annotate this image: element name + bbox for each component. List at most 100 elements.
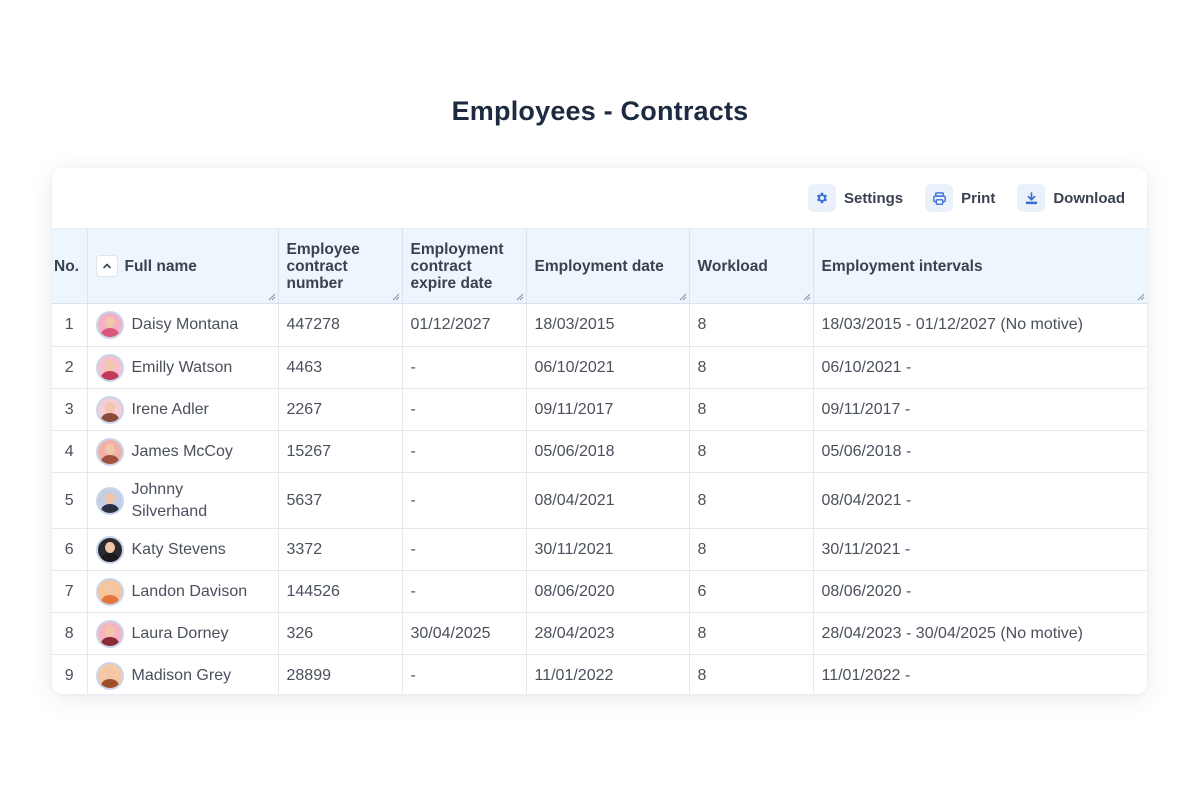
contract-number-cell: 4463 [278, 346, 403, 389]
column-header-contract-number[interactable]: Employee contract number [278, 229, 403, 304]
full-name-cell[interactable]: Madison Grey [87, 654, 279, 694]
employment-intervals-cell: 06/10/2021 - [813, 346, 1147, 389]
table-row[interactable]: 5 Johnny Silverhand 5637-08/04/2021 8 08/04/… [52, 472, 1147, 529]
sort-ascending-icon[interactable] [95, 255, 118, 277]
employee-name[interactable]: Emilly Watson [132, 359, 233, 377]
full-name-cell[interactable]: Landon Davison [87, 570, 279, 613]
contract-expire-date-cell: - [402, 570, 527, 613]
employment-date-cell: 09/11/2017 [526, 388, 690, 431]
print-label: Print [961, 189, 996, 207]
print-button[interactable]: Print [925, 184, 995, 212]
contract-number-cell: 2267 [278, 388, 403, 431]
column-label: Employee contract number [286, 240, 360, 292]
printer-icon [925, 184, 954, 212]
column-header-workload[interactable]: Workload [689, 229, 814, 304]
settings-button[interactable]: Settings [807, 184, 904, 212]
table-header-row: No. Full name Employee contract number E… [52, 229, 1147, 304]
column-resize-handle[interactable] [392, 293, 400, 301]
row-number-cell: 7 [52, 570, 88, 613]
page-title: Employees - Contracts [451, 96, 749, 126]
contract-number-cell: 15267 [278, 430, 403, 473]
employee-name[interactable]: Laura Dorney [132, 625, 229, 643]
avatar [95, 395, 124, 424]
contract-expire-date-cell: - [402, 430, 527, 473]
row-number-cell: 4 [52, 430, 88, 473]
column-label: Employment date [534, 257, 664, 275]
contract-number-cell: 28899 [278, 654, 403, 694]
contract-number-cell: 447278 [278, 303, 403, 347]
full-name-cell[interactable]: James McCoy [87, 430, 279, 473]
table-row[interactable]: 7 Landon Davison 144526-08/06/2020 6 08/06/2… [52, 570, 1147, 613]
table-row[interactable]: 8 Laura Dorney 326 30/04/2025 28/04/2023 8 28/… [52, 612, 1147, 655]
column-resize-handle[interactable] [679, 293, 687, 301]
contract-number-cell: 5637 [278, 472, 403, 529]
column-header-full-name[interactable]: Full name [87, 229, 279, 304]
employee-name[interactable]: Landon Davison [132, 583, 248, 601]
full-name-cell[interactable]: Irene Adler [87, 388, 279, 431]
employment-date-cell: 08/04/2021 [526, 472, 690, 529]
employment-intervals-cell: 30/11/2021 - [813, 528, 1147, 571]
row-number-cell: 9 [52, 654, 88, 694]
table-row[interactable]: 9 Madison Grey 28899-11/01/2022 8 11/01/2022… [52, 654, 1147, 694]
row-number-cell: 3 [52, 388, 88, 431]
row-number-cell: 8 [52, 612, 88, 655]
employment-date-cell: 28/04/2023 [526, 612, 690, 655]
avatar [95, 619, 124, 648]
employee-name[interactable]: James McCoy [132, 443, 233, 461]
employee-name[interactable]: Irene Adler [132, 401, 209, 419]
employment-intervals-cell: 28/04/2023 - 30/04/2025 (No motive) [813, 612, 1147, 655]
settings-label: Settings [843, 189, 904, 207]
employment-intervals-cell: 08/06/2020 - [813, 570, 1147, 613]
contract-expire-date-cell: - [402, 528, 527, 571]
contract-expire-date-cell: - [402, 472, 527, 529]
table-row[interactable]: 6 Katy Stevens 3372-30/11/2021 8 30/11/2021 … [52, 528, 1147, 571]
column-header-employment-intervals[interactable]: Employment intervals [813, 229, 1147, 304]
column-resize-handle[interactable] [516, 293, 524, 301]
full-name-cell[interactable]: Johnny Silverhand [87, 472, 279, 529]
table-row[interactable]: 1 Daisy Montana 447278 01/12/2027 18/03/2015… [52, 303, 1147, 347]
column-resize-handle[interactable] [1137, 293, 1145, 301]
full-name-cell[interactable]: Katy Stevens [87, 528, 279, 571]
column-label: No. [54, 257, 79, 275]
employee-name[interactable]: Johnny Silverhand [132, 479, 222, 523]
column-label: Workload [697, 257, 768, 275]
workload-cell: 8 [689, 346, 814, 389]
avatar [95, 311, 124, 339]
employee-name[interactable]: Madison Grey [132, 667, 232, 685]
avatar [95, 535, 124, 564]
row-number-cell: 6 [52, 528, 88, 571]
row-number-cell: 5 [52, 472, 88, 529]
contract-number-cell: 326 [278, 612, 403, 655]
workload-cell: 8 [689, 654, 814, 694]
download-button[interactable]: Download [1017, 184, 1125, 212]
employee-name[interactable]: Katy Stevens [132, 541, 226, 559]
contracts-table-card: Settings Print Download No. Full name Em… [52, 168, 1147, 694]
column-header-expire-date[interactable]: Employment contract expire date [402, 229, 527, 304]
table-row[interactable]: 4 James McCoy 15267-05/06/2018 8 05/06/2018 … [52, 430, 1147, 473]
table-toolbar: Settings Print Download [52, 168, 1147, 229]
employee-name[interactable]: Daisy Montana [132, 316, 239, 334]
avatar [95, 577, 124, 606]
table-row[interactable]: 3 Irene Adler 2267-09/11/2017 8 09/11/2017 - [52, 388, 1147, 431]
avatar [95, 486, 124, 515]
full-name-cell[interactable]: Laura Dorney [87, 612, 279, 655]
contract-expire-date-cell: - [402, 346, 527, 389]
workload-cell: 8 [689, 388, 814, 431]
column-header-no[interactable]: No. [52, 229, 88, 304]
employment-date-cell: 18/03/2015 [526, 303, 690, 347]
full-name-cell[interactable]: Daisy Montana [87, 303, 279, 347]
column-header-employment-date[interactable]: Employment date [526, 229, 690, 304]
column-label: Employment intervals [821, 257, 983, 275]
gear-icon [807, 184, 836, 212]
column-resize-handle[interactable] [803, 293, 811, 301]
avatar [95, 437, 124, 466]
column-resize-handle[interactable] [268, 293, 276, 301]
table-body: 1 Daisy Montana 447278 01/12/2027 18/03/2015… [52, 303, 1147, 694]
table-row[interactable]: 2 Emilly Watson 4463-06/10/2021 8 06/10/2021… [52, 346, 1147, 389]
download-icon [1017, 184, 1046, 212]
column-label: Full name [124, 257, 197, 275]
employment-intervals-cell: 05/06/2018 - [813, 430, 1147, 473]
full-name-cell[interactable]: Emilly Watson [87, 346, 279, 389]
workload-cell: 8 [689, 472, 814, 529]
employment-intervals-cell: 18/03/2015 - 01/12/2027 (No motive) [813, 303, 1147, 347]
